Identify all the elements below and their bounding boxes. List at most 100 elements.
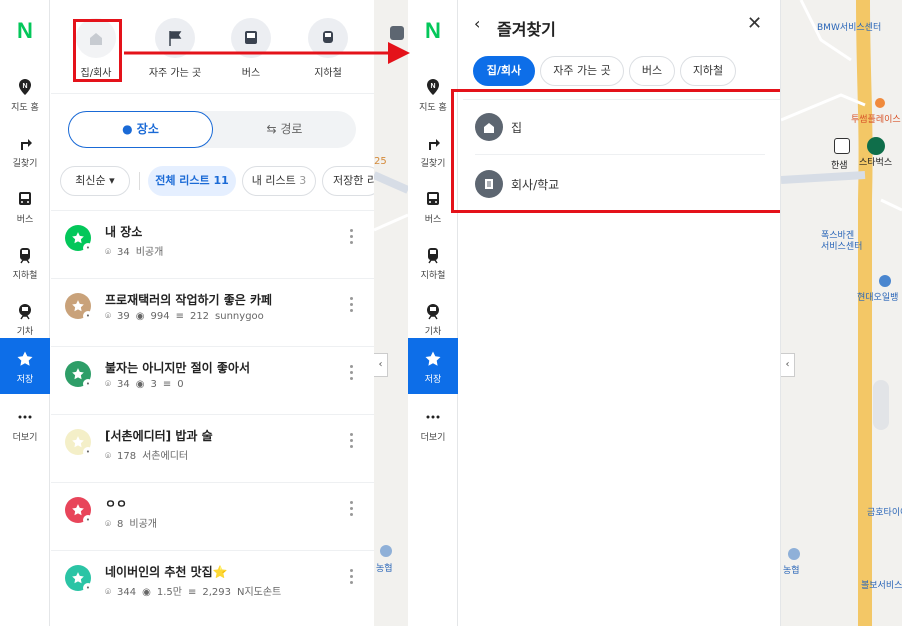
more-options-icon[interactable] bbox=[350, 229, 354, 245]
filter-label: 저장한 리 bbox=[333, 174, 374, 187]
nav-saved[interactable]: 저장 bbox=[408, 338, 458, 394]
collapse-panel-button[interactable]: ‹ bbox=[374, 353, 388, 377]
list-avatar: • bbox=[65, 293, 93, 321]
pin-icon: ⌾ bbox=[105, 587, 111, 598]
list-meta: ⌾ 34 비공개 bbox=[105, 243, 169, 258]
pin-icon: ⌾ bbox=[105, 451, 111, 462]
more-options-icon[interactable] bbox=[350, 297, 354, 313]
nav-more[interactable]: 더보기 bbox=[408, 396, 458, 452]
naver-logo[interactable]: N bbox=[408, 18, 458, 44]
filter-saved-lists[interactable]: 저장한 리 bbox=[322, 166, 374, 196]
naver-logo[interactable]: N bbox=[0, 18, 50, 44]
list-avatar: • bbox=[65, 497, 93, 525]
list-item[interactable]: • 불자는 아니지만 절이 좋아서 ⌾ 34 ◉ 3 ≡ 0 bbox=[51, 346, 374, 414]
list-avatar: • bbox=[65, 429, 93, 457]
sort-label: 최신순 bbox=[75, 174, 106, 187]
author-label: 서촌에디터 bbox=[142, 451, 189, 462]
list-meta: ⌾ 178 서촌에디터 bbox=[105, 447, 194, 462]
nav-more[interactable]: 더보기 bbox=[0, 396, 50, 452]
save-icon: ≡ bbox=[175, 311, 184, 322]
list-item[interactable]: • [서촌에디터] 밥과 술 ⌾ 178 서촌에디터 bbox=[51, 414, 374, 482]
star-icon bbox=[16, 350, 34, 368]
right-map[interactable]: ‹ BMW서비스센터 투썸플레이스 한샘 스타벅스 폭스바겐 서비스센터 현대오… bbox=[781, 0, 902, 626]
list-title: 프로재택러의 작업하기 좋은 카페 bbox=[105, 293, 273, 307]
close-button[interactable]: ✕ bbox=[747, 13, 762, 34]
author-label: sunnygoo bbox=[215, 311, 264, 322]
back-button[interactable]: ‹ bbox=[474, 14, 480, 33]
subway-icon bbox=[16, 246, 34, 264]
sort-dropdown[interactable]: 최신순 ▾ bbox=[60, 166, 130, 196]
svg-text:N: N bbox=[430, 83, 435, 90]
save-icon: ≡ bbox=[187, 587, 197, 598]
starbucks-logo-icon bbox=[867, 137, 885, 155]
nav-saved[interactable]: 저장 bbox=[0, 338, 50, 394]
map-label: 볼보서비스 bbox=[861, 581, 902, 591]
list-avatar: • bbox=[65, 565, 93, 593]
route-icon: ⇆ bbox=[266, 122, 277, 136]
nav-map-home[interactable]: N 지도 홈 bbox=[0, 66, 50, 122]
nav-label: 더보기 bbox=[420, 433, 446, 443]
nav-label: 지하철 bbox=[12, 271, 38, 281]
lock-icon: • bbox=[83, 379, 93, 389]
nav-label: 버스 bbox=[16, 215, 34, 225]
tab-place[interactable]: ● 장소 bbox=[68, 111, 213, 148]
map-label: 한샘 bbox=[831, 161, 848, 171]
left-app: N N 지도 홈 길찾기 버스 지하철 기차 저장 더보기 집/회사 자주 가는… bbox=[0, 0, 374, 626]
tab-frequent[interactable]: 자주 가는 곳 bbox=[540, 56, 624, 86]
more-options-icon[interactable] bbox=[350, 569, 354, 585]
filter-my-lists[interactable]: 내 리스트 3 bbox=[242, 166, 316, 196]
more-options-icon[interactable] bbox=[350, 365, 354, 381]
nav-subway[interactable]: 지하철 bbox=[0, 234, 50, 290]
arrow-indicator bbox=[124, 42, 410, 64]
train-icon bbox=[424, 302, 442, 320]
tab-subway[interactable]: 지하철 bbox=[680, 56, 736, 86]
pin-icon: ⌾ bbox=[105, 311, 111, 322]
chevron-left-icon: ‹ bbox=[474, 14, 481, 33]
more-icon bbox=[424, 408, 442, 426]
list-item[interactable]: • 네이버인의 추천 맛집⭐ ⌾ 344 ◉ 1.5만 ≡ 2,293 N지도손트 bbox=[51, 550, 374, 618]
filter-all-lists[interactable]: 전체 리스트 11 bbox=[148, 166, 236, 196]
caret-down-icon: ▾ bbox=[109, 174, 115, 187]
nav-subway[interactable]: 지하철 bbox=[408, 234, 458, 290]
filter-count: 11 bbox=[213, 174, 229, 187]
pin-icon: ⌾ bbox=[105, 379, 111, 390]
pin-count: 178 bbox=[117, 451, 137, 462]
nav-label: 저장 bbox=[424, 375, 442, 385]
tab-bus[interactable]: 버스 bbox=[629, 56, 675, 86]
nav-label: 길찾기 bbox=[420, 159, 446, 169]
tab-home-work[interactable]: 집/회사 bbox=[473, 56, 535, 86]
collapse-panel-button[interactable]: ‹ bbox=[781, 353, 795, 377]
map-label: BMW서비스센터 bbox=[817, 23, 882, 33]
pin-count: 34 bbox=[117, 379, 130, 390]
list-item[interactable]: • 내 장소 ⌾ 34 비공개 bbox=[51, 210, 374, 278]
map-label: 투썸플레이스 bbox=[851, 115, 901, 125]
bus-icon bbox=[424, 190, 442, 208]
bank-icon bbox=[380, 545, 392, 557]
subway-icon bbox=[424, 246, 442, 264]
pin-count: 34 bbox=[117, 247, 130, 258]
left-map[interactable]: 25 ‹ 농협 bbox=[374, 0, 408, 626]
close-icon: ✕ bbox=[747, 13, 763, 34]
cafe-icon bbox=[875, 98, 885, 108]
tab-label: 버스 bbox=[641, 64, 663, 77]
nav-label: 기차 bbox=[424, 327, 442, 337]
nav-label: 지하철 bbox=[420, 271, 446, 281]
nav-directions[interactable]: 길찾기 bbox=[0, 122, 50, 178]
privacy-label: 비공개 bbox=[129, 519, 157, 530]
map-label: 25 bbox=[374, 156, 387, 167]
filter-label: 전체 리스트 bbox=[155, 174, 210, 187]
more-options-icon[interactable] bbox=[350, 433, 354, 449]
directions-icon bbox=[424, 134, 442, 152]
map-label: 농협 bbox=[783, 566, 800, 576]
pin-icon: ⌾ bbox=[105, 247, 111, 258]
nav-bus[interactable]: 버스 bbox=[0, 178, 50, 234]
list-item[interactable]: • 프로재택러의 작업하기 좋은 카페 ⌾ 39 ◉ 994 ≡ 212 sunnygoo bbox=[51, 278, 374, 346]
tab-label: 자주 가는 곳 bbox=[553, 64, 611, 77]
nav-label: 저장 bbox=[16, 375, 34, 385]
list-item[interactable]: • ㅇㅇ ⌾ 8 비공개 bbox=[51, 482, 374, 550]
hansam-logo-icon bbox=[834, 138, 850, 154]
map-label: 서비스센터 bbox=[821, 242, 863, 252]
tab-route[interactable]: ⇆ 경로 bbox=[213, 111, 356, 148]
more-options-icon[interactable] bbox=[350, 501, 354, 517]
bank-icon bbox=[788, 548, 800, 560]
